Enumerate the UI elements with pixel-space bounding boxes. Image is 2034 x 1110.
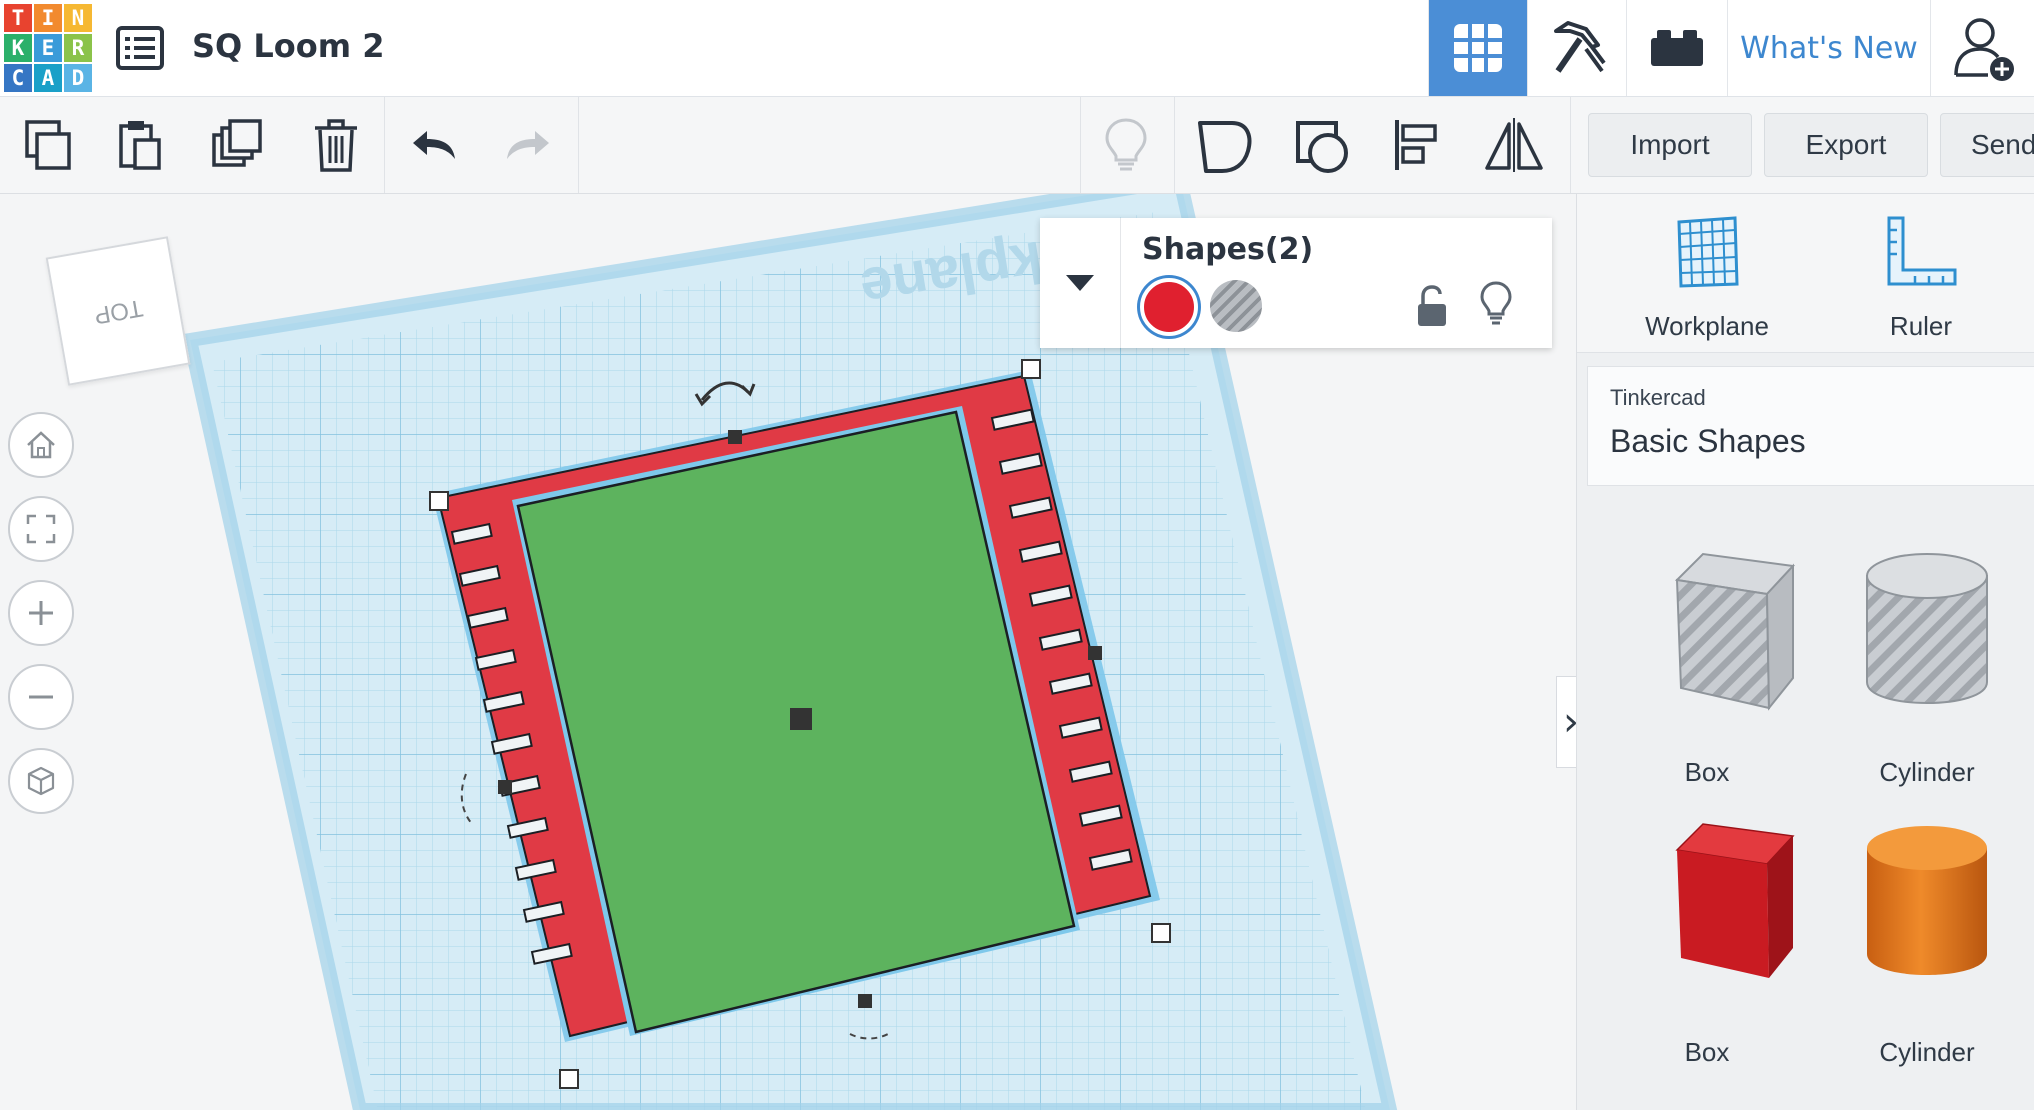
undo-icon [413,131,455,159]
workplane-tool[interactable]: Workplane [1617,212,1797,342]
top-bar: T I N K E R C A D SQ Loom 2 What's New [0,0,2034,97]
toolbar-separator [384,97,385,193]
group-icon [1198,121,1252,173]
import-button[interactable]: Import [1588,113,1752,177]
hole-box-icon [1674,552,1796,711]
shape-inspector: Shapes(2) [1040,218,1552,348]
ruler-tool[interactable]: Ruler [1861,212,1981,342]
lightbulb-icon[interactable] [1478,280,1514,328]
brick-icon [1651,30,1703,66]
shape-label: Cylinder [1879,757,1975,787]
cube-icon [27,766,55,796]
ungroup-icon [1296,121,1348,173]
zoom-out-button[interactable] [8,664,74,730]
paste-button[interactable] [104,109,176,181]
toolbar-separator [578,97,579,193]
nav-bricks[interactable] [1626,0,1727,96]
duplicate-icon [212,119,262,167]
toolbar-separator [1174,97,1175,193]
redo-button[interactable] [492,109,564,181]
shape-label: Box [1684,757,1730,787]
mirror-icon [1485,118,1543,172]
zoom-out-icon [29,695,53,699]
fit-view-icon [26,514,56,544]
workplane-label: Workplane [1645,311,1769,341]
shape-cylinder[interactable]: Cylinder [1817,818,2034,1068]
nav-codeblocks[interactable] [1527,0,1626,96]
view-cube-label: TOP [91,293,145,330]
user-button[interactable] [1930,0,2034,96]
inspector-title: Shapes(2) [1142,232,1314,267]
tinkercad-logo[interactable]: T I N K E R C A D [4,4,92,92]
library-name: Basic Shapes [1610,423,1806,459]
shape-label: Cylinder [1879,1037,1975,1067]
logo-letter: K [4,34,32,62]
redo-icon [507,131,549,159]
logo-letter: T [4,4,32,32]
add-user-icon [1954,18,2014,81]
design-list-button[interactable] [112,20,168,76]
logo-letter: N [64,4,92,32]
align-button[interactable] [1380,109,1452,181]
fit-view-button[interactable] [8,496,74,562]
paste-icon [119,121,161,170]
solid-color-swatch[interactable] [1140,278,1198,336]
unlock-icon[interactable] [1414,284,1450,328]
visibility-button[interactable] [1090,109,1162,181]
hole-swatch[interactable] [1210,280,1262,332]
export-button[interactable]: Export [1764,113,1928,177]
zoom-in-button[interactable] [8,580,74,646]
logo-letter: I [34,4,62,32]
group-button[interactable] [1188,109,1260,181]
workplane-icon [1677,216,1739,288]
undo-button[interactable] [398,109,470,181]
logo-letter: E [34,34,62,62]
shape-label: Box [1684,1037,1730,1067]
toolbar-separator [1080,97,1081,193]
perspective-button[interactable] [8,748,74,814]
box-icon [1675,823,1795,978]
home-view-button[interactable] [8,412,74,478]
shape-box[interactable]: Box [1597,818,1817,1068]
shape-cylinder-hole[interactable]: Cylinder [1817,538,2034,788]
library-source: Tinkercad [1610,385,1706,410]
right-panel: Workplane Ruler Tinkercad Basic Shapes B… [1576,194,2034,1110]
toolbar: Import Export Send [0,97,2034,194]
ruler-label: Ruler [1889,311,1953,341]
whats-new-label: What's New [1740,30,1918,66]
view-cube[interactable]: TOP [45,236,191,386]
home-icon [27,431,55,459]
logo-letter: A [34,64,62,92]
design-title[interactable]: SQ Loom 2 [192,22,385,70]
caret-down-icon [1066,275,1094,291]
list-icon [116,26,164,70]
align-icon [1395,120,1437,170]
grid-icon [1454,24,1502,72]
copy-button[interactable] [12,109,84,181]
logo-letter: R [64,34,92,62]
whats-new-link[interactable]: What's New [1727,0,1930,96]
trash-icon [315,119,357,172]
ungroup-button[interactable] [1286,109,1358,181]
mirror-button[interactable] [1478,109,1550,181]
panel-tools: Workplane Ruler [1577,194,2034,353]
logo-letter: C [4,64,32,92]
inspector-collapse-button[interactable] [1040,218,1121,348]
ruler-icon [1887,216,1957,286]
zoom-in-icon [29,601,53,625]
toolbar-separator [1570,97,1571,193]
shape-library-selector[interactable]: Tinkercad Basic Shapes [1587,366,2034,486]
hole-cylinder-icon [1866,553,1988,704]
logo-letter: D [64,64,92,92]
lightbulb-icon [1105,118,1147,171]
shape-gallery: Box Cylinder Box Cylinder [1577,514,2034,1110]
cylinder-icon [1867,826,1987,975]
nav-3d-design[interactable] [1428,0,1527,96]
shape-box-hole[interactable]: Box [1597,538,1817,788]
delete-button[interactable] [300,109,372,181]
send-to-button[interactable]: Send [1940,113,2034,177]
pickaxe-icon [1554,21,1606,73]
copy-icon [25,120,71,170]
duplicate-button[interactable] [202,109,274,181]
